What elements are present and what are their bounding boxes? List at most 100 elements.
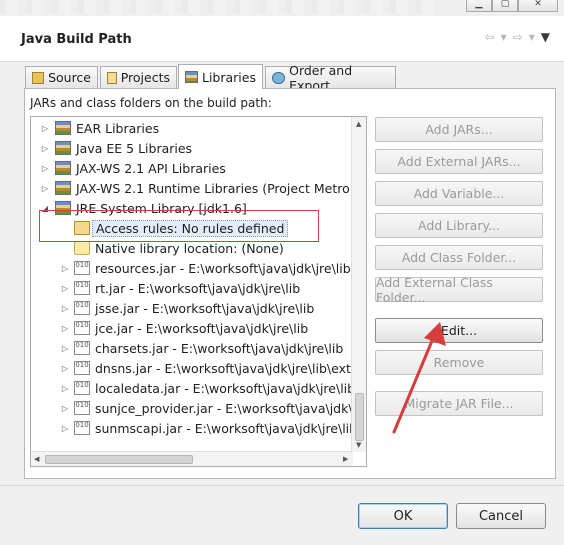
tree-item[interactable]: ▷ 010 localedata.jar - E:\worksoft\java\… (31, 378, 366, 398)
tree-item-label: Native library location: (None) (95, 240, 284, 256)
tree-item-label: rt.jar - E:\worksoft\java\jdk\jre\lib (95, 280, 301, 296)
expand-arrow-icon[interactable]: ▷ (60, 424, 70, 433)
tree-item-label: dnsns.jar - E:\worksoft\java\jdk\jre\lib… (95, 360, 351, 376)
jar-icon: 010 (74, 361, 90, 375)
tab-label: Source (48, 70, 91, 85)
close-icon[interactable]: ✕ (518, 0, 558, 12)
tab-label: Projects (120, 70, 170, 85)
expand-arrow-icon[interactable]: ▷ (40, 184, 50, 193)
tab-order-and-export[interactable]: Order and Export (265, 63, 396, 93)
expand-arrow-icon[interactable]: ▷ (60, 384, 70, 393)
background-window-strip (0, 0, 440, 14)
scroll-left-icon[interactable]: ◀ (34, 455, 39, 463)
window-controls: ▁ ▢ ✕ (466, 0, 558, 12)
expand-arrow-icon[interactable]: ▷ (60, 284, 70, 293)
annotation-arrow-icon (392, 322, 446, 434)
native-library-icon (74, 241, 90, 255)
forward-menu-chevron-icon[interactable]: ▾ (529, 30, 535, 44)
expand-arrow-icon[interactable]: ▷ (60, 404, 70, 413)
tree-item[interactable]: ▷ 010 jce.jar - E:\worksoft\java\jdk\jre… (31, 318, 351, 338)
window-top-strip: ▁ ▢ ✕ (0, 0, 564, 16)
tree-item-label: sunmscapi.jar - E:\worksoft\java\jdk\jre… (95, 420, 362, 436)
expand-arrow-icon[interactable]: ▷ (60, 364, 70, 373)
tab-projects[interactable]: Projects (100, 66, 177, 88)
projects-icon (107, 71, 117, 84)
tree-item-label: EAR Libraries (76, 120, 160, 136)
add-external-jars-button[interactable]: Add External JARs... (375, 149, 543, 174)
tree-item[interactable]: ▷ 010 resources.jar - E:\worksoft\java\j… (31, 258, 351, 278)
expand-arrow-icon[interactable]: ▷ (60, 264, 70, 273)
tree-item-label: JAX-WS 2.1 API Libraries (76, 160, 226, 176)
tree-item-label: jsse.jar - E:\worksoft\java\jdk\jre\lib (95, 300, 315, 316)
library-icon (55, 181, 71, 195)
jar-icon: 010 (74, 281, 90, 295)
tree-item-label: Java EE 5 Libraries (76, 140, 193, 156)
horizontal-scroll-thumb[interactable] (45, 455, 193, 464)
library-icon (55, 161, 71, 175)
tree-item[interactable]: ▷ EAR Libraries (31, 118, 351, 138)
dialog-footer: OK Cancel (0, 485, 564, 545)
add-variable-button[interactable]: Add Variable... (375, 181, 543, 206)
tab-label: Libraries (202, 69, 256, 85)
expand-arrow-icon[interactable]: ▷ (60, 344, 70, 353)
scroll-up-icon[interactable]: ▲ (356, 120, 361, 128)
jar-icon: 010 (74, 261, 90, 275)
expand-arrow-icon[interactable]: ▷ (40, 144, 50, 153)
history-nav: ⇦ ▾ ⇨ ▾ ▼ (485, 30, 550, 44)
expand-arrow-icon[interactable]: ▷ (60, 324, 70, 333)
tab-libraries[interactable]: Libraries (178, 64, 263, 89)
scroll-down-icon[interactable]: ▼ (356, 441, 361, 449)
add-library-button[interactable]: Add Library... (375, 213, 543, 238)
back-arrow-icon[interactable]: ⇦ (485, 30, 495, 44)
tree-item-label: charsets.jar - E:\worksoft\java\jdk\jre\… (95, 340, 344, 356)
tree-item-label: jce.jar - E:\worksoft\java\jdk\jre\lib (95, 320, 309, 336)
page-title: Java Build Path (21, 32, 132, 47)
jar-icon: 010 (74, 301, 90, 315)
tree-item-label: sunjce_provider.jar - E:\worksoft\java\j… (95, 400, 361, 416)
tree-item[interactable]: ▷ 010 jsse.jar - E:\worksoft\java\jdk\jr… (31, 298, 351, 318)
maximize-icon[interactable]: ▢ (492, 0, 518, 12)
jar-icon: 010 (74, 421, 90, 435)
build-path-tree[interactable]: ▷ EAR Libraries ▷ Java EE 5 Libraries ▷ … (30, 116, 367, 467)
tree-item-label: resources.jar - E:\worksoft\java\jdk\jre… (95, 260, 351, 276)
tree-item[interactable]: ▷ JAX-WS 2.1 Runtime Libraries (Project … (31, 178, 366, 198)
horizontal-scrollbar[interactable]: ◀ ▶ (31, 451, 353, 466)
tree-item[interactable]: ▷ JAX-WS 2.1 API Libraries (31, 158, 351, 178)
source-folder-icon (32, 71, 45, 84)
jar-icon: 010 (74, 401, 90, 415)
tree-item[interactable]: ▷ 010 sunmscapi.jar - E:\worksoft\java\j… (31, 418, 361, 438)
tree-item[interactable]: ▷ 010 sunjce_provider.jar - E:\worksoft\… (31, 398, 360, 418)
scroll-right-icon[interactable]: ▶ (343, 455, 348, 463)
tab-source[interactable]: Source (25, 66, 98, 88)
forward-arrow-icon[interactable]: ⇨ (513, 30, 523, 44)
jar-icon: 010 (74, 321, 90, 335)
tree-item-label: JAX-WS 2.1 Runtime Libraries (Project Me… (76, 180, 366, 196)
expand-arrow-icon[interactable]: ▷ (60, 304, 70, 313)
order-export-icon (272, 71, 286, 84)
expand-arrow-icon[interactable]: ▷ (40, 164, 50, 173)
back-menu-chevron-icon[interactable]: ▾ (501, 30, 507, 44)
add-class-folder-button[interactable]: Add Class Folder... (375, 245, 543, 270)
tree-item[interactable]: ▷ Java EE 5 Libraries (31, 138, 351, 158)
dialog-header: Java Build Path ⇦ ▾ ⇨ ▾ ▼ (0, 16, 564, 62)
library-icon (55, 141, 71, 155)
tree-item[interactable]: ▷ 010 dnsns.jar - E:\worksoft\java\jdk\j… (31, 358, 351, 378)
cancel-button[interactable]: Cancel (456, 503, 546, 529)
add-jars-button[interactable]: Add JARs... (375, 117, 543, 142)
tree-item[interactable]: ▷ 010 rt.jar - E:\worksoft\java\jdk\jre\… (31, 278, 351, 298)
expand-arrow-icon[interactable]: ▷ (40, 124, 50, 133)
panel-label: JARs and class folders on the build path… (30, 96, 272, 110)
tree-item-label: localedata.jar - E:\worksoft\java\jdk\jr… (95, 380, 367, 396)
tree-item[interactable]: ▷ 010 charsets.jar - E:\worksoft\java\jd… (31, 338, 351, 358)
library-icon (55, 121, 71, 135)
ok-button[interactable]: OK (358, 503, 448, 529)
annotation-highlight-box (39, 210, 319, 242)
jar-icon: 010 (74, 341, 90, 355)
libraries-icon (185, 71, 198, 83)
add-external-class-folder-button[interactable]: Add External Class Folder... (375, 275, 543, 305)
vertical-scrollbar[interactable]: ▲ ▼ (351, 117, 366, 452)
minimize-icon[interactable]: ▁ (466, 0, 492, 12)
view-menu-icon[interactable]: ▼ (541, 30, 550, 44)
jar-icon: 010 (74, 381, 90, 395)
vertical-scroll-thumb[interactable] (355, 393, 364, 441)
